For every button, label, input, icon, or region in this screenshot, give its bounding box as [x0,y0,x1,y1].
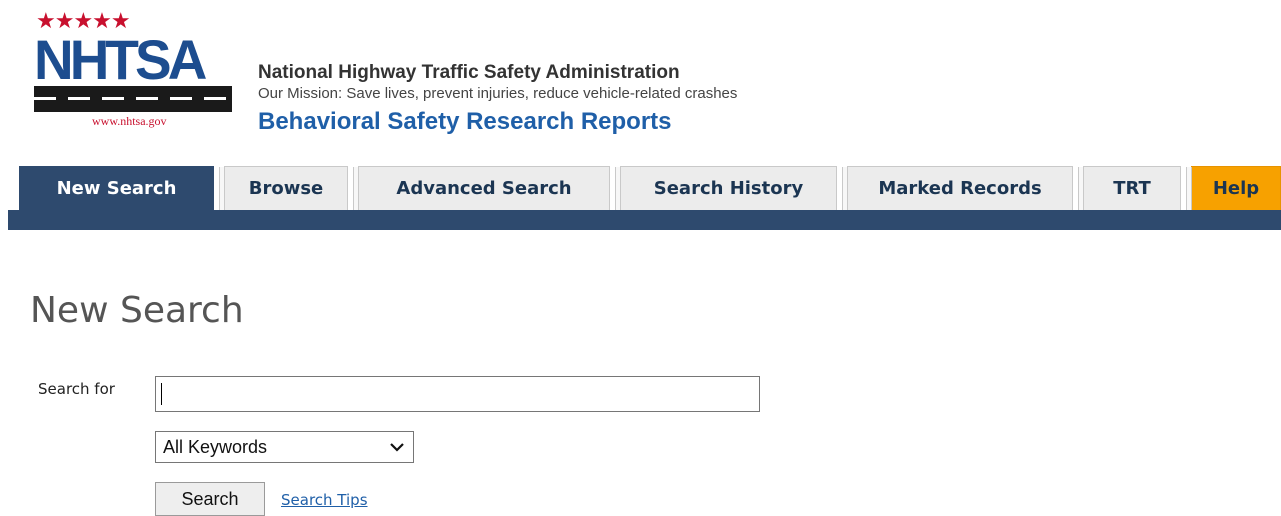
tab-marked-records[interactable]: Marked Records [842,166,1073,210]
logo-url: www.nhtsa.gov [92,114,167,128]
select-value: All Keywords [163,436,268,457]
mission-statement: Our Mission: Save lives, prevent injurie… [258,85,738,102]
main-nav-tabs: New Search Browse Advanced Search Search… [8,166,1281,230]
search-for-label: Search for [38,380,115,398]
search-button[interactable]: Search [155,482,265,516]
text-cursor [161,383,162,405]
tab-search-history[interactable]: Search History [615,166,837,210]
tab-browse[interactable]: Browse [219,166,348,210]
search-tips-link[interactable]: Search Tips [281,491,368,509]
site-title: Behavioral Safety Research Reports [258,108,672,135]
keyword-scope-select[interactable]: All Keywords [155,431,414,463]
nhtsa-logo[interactable]: ★★★★★ NHTSA www.nhtsa.gov [30,10,240,128]
logo-wordmark: NHTSA [34,28,207,91]
chevron-down-icon [390,443,404,452]
tab-help[interactable]: Help [1186,166,1281,210]
tab-new-search[interactable]: New Search [19,166,214,210]
agency-name: National Highway Traffic Safety Administ… [258,62,680,83]
search-input[interactable] [155,376,760,412]
page-title: New Search [30,290,244,331]
tab-trt[interactable]: TRT [1078,166,1181,210]
nav-bar-band [8,210,1281,230]
road-graphic [34,86,232,112]
tab-advanced-search[interactable]: Advanced Search [353,166,610,210]
